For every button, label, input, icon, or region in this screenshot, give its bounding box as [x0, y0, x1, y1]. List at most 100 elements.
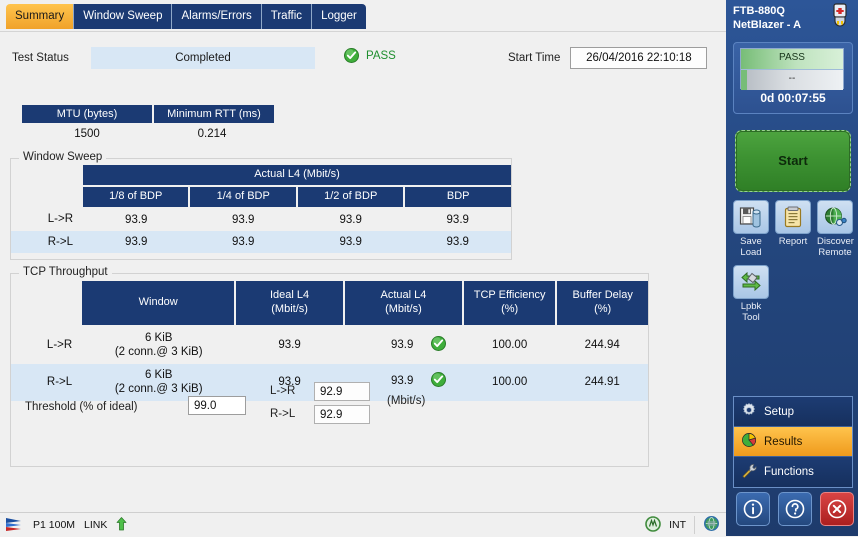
rtt-header: Minimum RTT (ms) — [154, 105, 274, 123]
window-sweep-group: Window Sweep Actual L4 (Mbit/s) 1/8 of B… — [10, 151, 512, 260]
report-caption-l1: Report — [778, 236, 808, 247]
start-time-group: Start Time 26/04/2016 22:10:18 — [508, 47, 708, 69]
threshold-lr-value: 92.9 — [314, 382, 370, 401]
table-row: R->L 93.9 93.9 93.9 93.9 — [11, 230, 511, 254]
port-label: P1 100M — [33, 519, 76, 531]
nav-item-setup[interactable]: Setup — [734, 397, 852, 427]
report-button[interactable]: Report — [775, 200, 811, 258]
test-status-label: Test Status — [12, 52, 69, 64]
pass-check-icon — [344, 48, 359, 63]
elapsed-timer: 0d 00:07:55 — [760, 91, 826, 105]
tab-summary[interactable]: Summary — [6, 4, 75, 29]
tp-corner-cell — [11, 281, 82, 326]
threshold-rl-label: R->L — [270, 408, 296, 420]
right-panel: FTB-880Q NetBlazer - A PASS -- 0d 00:07:… — [726, 0, 858, 536]
nav-item-results-label: Results — [764, 435, 803, 448]
link-label: LINK — [84, 519, 108, 531]
gear-icon — [741, 402, 757, 421]
ws-row1-val2: 93.9 — [296, 230, 405, 254]
clipboard-icon — [775, 200, 811, 234]
bottom-buttons — [736, 492, 854, 526]
ws-row0-val0: 93.9 — [125, 213, 148, 226]
tp-col-efficiency: TCP Efficiency (%) — [462, 281, 558, 327]
gauge-top-text: PASS — [779, 52, 805, 63]
device-title: FTB-880Q NetBlazer - A — [733, 4, 828, 32]
threshold-rl-value: 92.9 — [314, 405, 370, 424]
help-button[interactable] — [778, 492, 812, 526]
ws-row1-direction: R->L — [11, 230, 83, 254]
battery-plug-icon[interactable] — [828, 3, 852, 31]
discover-remote-caption-l1: Discover — [817, 236, 854, 247]
start-time-value: 26/04/2016 22:10:18 — [570, 47, 708, 69]
tp-row0-actual-value: 93.9 — [390, 338, 414, 351]
device-title-line2: NetBlazer - A — [733, 19, 802, 31]
save-load-caption-l2: Load — [740, 247, 762, 258]
status-bar-right: INT — [645, 513, 720, 537]
ws-row1-val1: 93.9 — [189, 230, 297, 254]
threshold-input[interactable]: 99.0 — [188, 396, 246, 415]
nav-menu: Setup Results Functions — [733, 396, 853, 488]
verdict-label: PASS — [366, 49, 396, 62]
table-superheader-row: Actual L4 (Mbit/s) — [11, 165, 511, 187]
mtu-rtt-table: MTU (bytes) Minimum RTT (ms) 1500 0.214 — [22, 105, 274, 142]
gauge-bottom-bar: -- — [741, 70, 843, 90]
tp-row0-buffer: 244.94 — [584, 339, 620, 352]
rtt-value: 0.214 — [197, 128, 227, 140]
tab-traffic[interactable]: Traffic — [261, 4, 313, 29]
status-card: PASS -- 0d 00:07:55 — [733, 42, 853, 114]
tool-icons-row-1: Save Load Report Discover Remote — [733, 200, 854, 258]
tab-bar: Summary Window Sweep Alarms/Errors Traff… — [0, 0, 726, 32]
window-sweep-group-label: Window Sweep — [19, 151, 107, 163]
tp-col-buffer-l2: (%) — [594, 303, 612, 315]
threshold-lr-label: L->R — [270, 385, 296, 397]
ws-corner-cell — [11, 165, 83, 186]
tp-row0-window: 6 KiB (2 conn.@ 3 KiB) — [82, 326, 235, 364]
ws-row0-direction: L->R — [47, 213, 73, 225]
main-content-area: Summary Window Sweep Alarms/Errors Traff… — [0, 0, 726, 537]
tab-strip: Summary Window Sweep Alarms/Errors Traff… — [6, 4, 366, 29]
status-bar-left: P1 100M LINK — [4, 513, 127, 537]
tools-icon — [741, 463, 757, 482]
start-time-label: Start Time — [508, 52, 561, 64]
link-up-arrow-icon — [116, 516, 127, 534]
threshold-row: Threshold (% of ideal) 99.0 L->R 92.9 R-… — [25, 382, 635, 434]
ws-row1-val0: 93.9 — [83, 230, 190, 254]
globe-icon[interactable] — [703, 515, 720, 535]
threshold-unit-label: (Mbit/s) — [387, 395, 426, 407]
tp-col-actual-l2: (Mbit/s) — [385, 303, 422, 315]
ws-col-3: 1/2 of BDP — [296, 185, 406, 209]
nav-item-functions-label: Functions — [764, 466, 814, 478]
discover-remote-caption: Discover Remote — [817, 236, 854, 258]
save-load-button[interactable]: Save Load — [733, 200, 769, 258]
tp-col-efficiency-l2: (%) — [501, 303, 519, 315]
tp-col-ideal-l2: (Mbit/s) — [271, 303, 308, 315]
device-title-line1: FTB-880Q — [733, 5, 785, 17]
tab-alarms-errors[interactable]: Alarms/Errors — [172, 4, 262, 29]
nav-item-functions[interactable]: Functions — [734, 457, 852, 487]
tp-row0-window-l2: (2 conn.@ 3 KiB) — [114, 346, 203, 359]
ws-row0-val3: 93.9 — [446, 213, 469, 226]
ws-col-2: 1/4 of BDP — [189, 185, 298, 209]
tab-logger[interactable]: Logger — [312, 4, 366, 29]
status-bar-divider — [694, 516, 695, 534]
threshold-label: Threshold (% of ideal) — [25, 401, 138, 413]
tp-row0-direction: L->R — [46, 338, 73, 351]
nav-item-results[interactable]: Results — [734, 427, 852, 457]
close-button[interactable] — [820, 492, 854, 526]
pie-chart-icon — [741, 432, 757, 451]
lpbk-tool-button[interactable]: Lpbk Tool — [733, 265, 769, 323]
discover-remote-button[interactable]: Discover Remote — [817, 200, 854, 258]
verdict-gauge: PASS -- — [740, 48, 844, 90]
tp-col-buffer: Buffer Delay (%) — [556, 281, 648, 327]
ws-row0-val2: 93.9 — [339, 213, 362, 226]
start-button[interactable]: Start — [735, 130, 851, 192]
tab-window-sweep[interactable]: Window Sweep — [74, 4, 173, 29]
globe-search-icon — [817, 200, 853, 234]
info-button[interactable] — [736, 492, 770, 526]
tcp-throughput-group-label: TCP Throughput — [19, 266, 112, 278]
ws-col-1: 1/8 of BDP — [83, 185, 191, 209]
ws-row1-val3: 93.9 — [404, 230, 511, 254]
tp-row0-efficiency: 100.00 — [492, 339, 528, 352]
table-row: L->R 6 KiB (2 conn.@ 3 KiB) 93.9 93.9 10… — [11, 326, 648, 364]
table-row: L->R 93.9 93.9 93.9 93.9 — [11, 208, 511, 231]
